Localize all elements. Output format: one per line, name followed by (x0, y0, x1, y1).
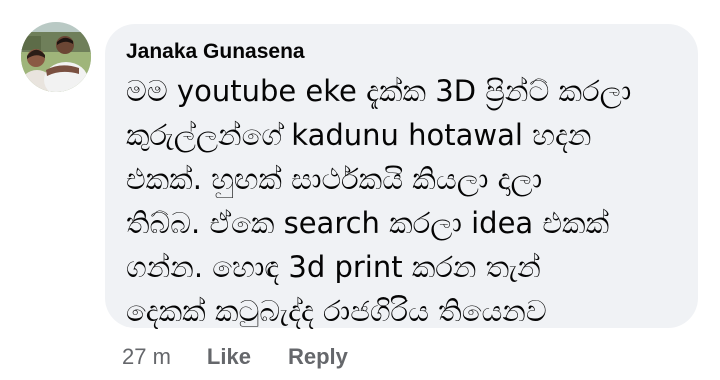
comment-text-line: කුරුල්ලන්ගේ kadunu hotawal හදන (126, 118, 592, 152)
comment: Janaka Gunasena මම youtube eke දැක්ක 3D … (0, 0, 720, 380)
avatar[interactable] (21, 22, 91, 92)
comment-text: මම youtube eke දැක්ක 3D ප්‍රින්ට් කරලා ක… (126, 69, 676, 333)
avatar-photo-icon (21, 22, 91, 92)
comment-text-line: ගන්න. හොඳ 3d print කරන තැන් (126, 250, 541, 284)
comment-actions: 27 m Like Reply (122, 339, 385, 375)
reply-button[interactable]: Reply (288, 344, 348, 370)
comment-bubble: Janaka Gunasena මම youtube eke දැක්ක 3D … (105, 24, 698, 328)
comment-text-line: දෙකක් කටුබැද්ද රාජගිරිය තියෙනව (126, 294, 547, 328)
like-button[interactable]: Like (207, 344, 251, 370)
comment-text-line: එකක්. හුඟක් සාර්ථකයි කියලා දාලා (126, 162, 543, 196)
comment-author-name[interactable]: Janaka Gunasena (126, 38, 305, 66)
comment-text-line: තිබ්බ. ඒකෙ search කරලා idea එකක් (126, 206, 610, 240)
comment-timestamp[interactable]: 27 m (122, 344, 171, 370)
comment-text-line: මම youtube eke දැක්ක 3D ප්‍රින්ට් කරලා (126, 74, 632, 108)
